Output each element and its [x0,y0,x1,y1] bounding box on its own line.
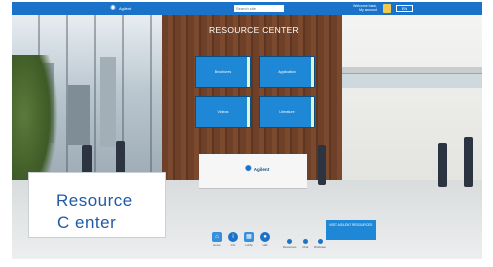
brochures-panel[interactable]: Brochures [196,57,250,87]
language-selector[interactable]: EN [396,5,413,12]
agilent-spark-icon: ✺ [110,5,116,12]
account-link[interactable]: My account [345,8,377,12]
info-icon: i [228,232,238,242]
quick-link-resources[interactable]: Resources [283,239,296,249]
nav-label: Lobby [245,243,253,247]
hall-icon: ● [260,232,270,242]
search-input[interactable]: Search site [234,5,284,12]
avatar[interactable] [383,4,391,13]
app-frame: ✺ Agilent Search site Welcome back, My a… [0,0,493,267]
nav-item-lobby[interactable]: ▦ Lobby [244,232,254,247]
nav-item-info[interactable]: i Info [228,232,238,247]
application-panel[interactable]: Application [260,57,314,87]
quick-link-briefcase[interactable]: Briefcase [314,239,326,249]
panel-label: Literature [279,110,295,114]
nav-item-home[interactable]: ⌂ Home [212,232,222,247]
resource-center-heading: RESOURCE CENTER [209,25,299,35]
desk-logo: ✺ Agilent [245,165,269,173]
nav-item-hall[interactable]: ● Hall [260,232,270,247]
agilent-spark-icon: ✺ [245,164,252,173]
home-icon: ⌂ [212,232,222,242]
building-shape [100,57,116,147]
quick-links: Resources Chat Briefcase [283,239,326,249]
building-shape [68,85,90,145]
building-icon: ▦ [244,232,254,242]
brand-name: Agilent [119,6,132,11]
nav-label: Briefcase [314,245,326,249]
videos-panel[interactable]: Videos [196,97,250,127]
literature-panel[interactable]: Literature [260,97,314,127]
panel-label: Brochures [214,70,232,74]
panel-highlight [311,57,314,87]
info-panel-text: VISIT AGILENT RESOURCES [329,223,373,227]
resources-icon [287,239,293,244]
person-figure [438,143,447,187]
quick-link-chat[interactable]: Chat [302,239,308,249]
atrium-wall [342,15,482,185]
nav-label: Home [213,243,221,247]
panel-label: Application [278,70,296,74]
nav-label: Resources [283,245,297,249]
panel-highlight [311,97,314,127]
nav-label: Chat [302,245,309,249]
panel-highlight [247,57,250,87]
panel-highlight [247,97,250,127]
resources-info-panel[interactable]: VISIT AGILENT RESOURCES [326,220,376,240]
nav-label: Hall [262,243,268,247]
brand[interactable]: ✺ Agilent [110,5,131,12]
caption-line-1: Resource [56,191,133,210]
panel-label: Videos [217,110,229,114]
chat-icon [302,239,308,244]
desk-brand: Agilent [253,166,270,172]
bottom-navigation: ⌂ Home i Info ▦ Lobby ● Hall [212,232,270,247]
briefcase-icon [317,239,323,244]
top-bar: ✺ Agilent Search site Welcome back, My a… [12,2,482,15]
person-figure [318,145,326,185]
nav-label: Info [230,243,236,247]
balcony-railing [342,73,482,88]
person-figure [464,137,473,187]
caption-line-2: C enter [57,213,117,232]
